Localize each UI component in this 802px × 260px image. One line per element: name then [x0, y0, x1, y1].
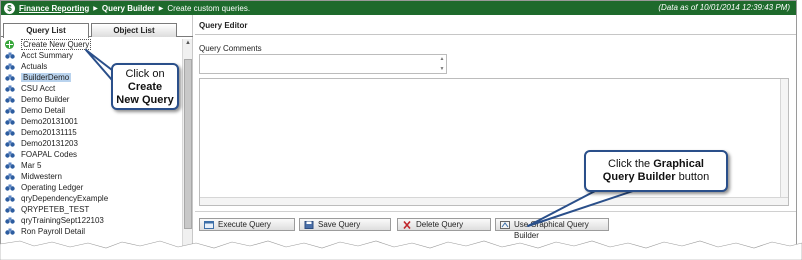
- list-item[interactable]: Operating Ledger: [1, 182, 181, 193]
- callout-line-2: Query Builder button: [586, 171, 726, 184]
- binoculars-icon: [5, 162, 15, 169]
- scroll-up-icon[interactable]: ▲: [439, 56, 445, 62]
- list-item-label: FOAPAL Codes: [21, 150, 78, 159]
- callout-line-1: Click the Graphical: [586, 158, 726, 171]
- breadcrumb-query-builder: Query Builder: [101, 3, 155, 13]
- list-item-label: Demo20131203: [21, 139, 78, 148]
- list-item[interactable]: Midwestern: [1, 171, 181, 182]
- list-item[interactable]: Demo20131115: [1, 127, 181, 138]
- query-editor-panel: Query Editor Query Comments ▲ ▼ Execute …: [195, 15, 796, 251]
- torn-edge-decoration: [0, 240, 802, 260]
- query-comments-field[interactable]: ▲ ▼: [199, 54, 447, 74]
- binoculars-icon: [5, 96, 15, 103]
- list-item[interactable]: qryDependencyExample: [1, 193, 181, 204]
- callout-text: Query Builder: [602, 171, 676, 183]
- data-timestamp: (Data as of 10/01/2014 12:39:43 PM): [658, 3, 790, 12]
- left-panel: Query List Object List Create New Query A…: [1, 15, 193, 251]
- scrollbar-thumb[interactable]: [184, 59, 192, 229]
- list-item-label: Demo20131001: [21, 117, 78, 126]
- binoculars-icon: [5, 52, 15, 59]
- scroll-down-icon[interactable]: ▼: [439, 66, 445, 72]
- list-item[interactable]: Acct Summary: [1, 50, 181, 61]
- list-item-label: qryDependencyExample: [21, 194, 109, 203]
- comments-label: Query Comments: [199, 44, 262, 53]
- binoculars-icon: [5, 63, 15, 70]
- binoculars-icon: [5, 107, 15, 114]
- breadcrumb-finance-reporting[interactable]: Finance Reporting: [19, 4, 89, 13]
- list-item-label: BuilderDemo: [21, 73, 72, 82]
- list-item-label: Midwestern: [21, 172, 62, 181]
- top-bar: $ Finance Reporting ▶ Query Builder ▶ Cr…: [1, 1, 796, 15]
- binoculars-icon: [5, 184, 15, 191]
- callout-text: Create: [127, 81, 163, 93]
- delete-query-label: Delete Query: [416, 220, 464, 229]
- list-item-label: Ron Payroll Detail: [21, 227, 86, 236]
- editor-title: Query Editor: [195, 19, 796, 35]
- callout-text: button: [675, 171, 710, 183]
- execute-query-label: Execute Query: [218, 220, 271, 229]
- tab-strip: Query List Object List: [1, 23, 193, 38]
- binoculars-icon: [5, 217, 15, 224]
- callout-text: Click the: [608, 158, 654, 170]
- binoculars-icon: [5, 74, 15, 81]
- page-subtitle: Create custom queries.: [167, 3, 251, 13]
- list-item[interactable]: QRYPETEB_TEST: [1, 204, 181, 215]
- list-item[interactable]: Ron Payroll Detail: [1, 226, 181, 237]
- binoculars-icon: [5, 206, 15, 213]
- binoculars-icon: [5, 151, 15, 158]
- execute-query-button[interactable]: Execute Query: [199, 218, 295, 231]
- vertical-scrollbar[interactable]: [780, 79, 788, 205]
- scroll-up-icon[interactable]: ▲: [183, 39, 193, 48]
- query-list-scrollbar[interactable]: ▲ ▼: [182, 39, 193, 251]
- list-item-label: Demo Builder: [21, 95, 70, 104]
- list-item[interactable]: FOAPAL Codes: [1, 149, 181, 160]
- callout-text: Graphical: [653, 158, 704, 170]
- list-item[interactable]: Demo20131203: [1, 138, 181, 149]
- callout-create-new-query: Click on Create New Query: [111, 63, 179, 110]
- list-item-label: Mar 5: [21, 161, 42, 170]
- list-item-label: Operating Ledger: [21, 183, 84, 192]
- divider: [195, 211, 796, 212]
- callout-text: Click on: [125, 68, 165, 80]
- create-new-query-item[interactable]: Create New Query: [1, 39, 181, 50]
- list-item-label: Actuals: [21, 62, 48, 71]
- save-icon: [304, 221, 314, 229]
- list-item[interactable]: Mar 5: [1, 160, 181, 171]
- list-item-label: Demo20131115: [21, 128, 77, 137]
- breadcrumb-separator-icon: ▶: [158, 5, 164, 12]
- binoculars-icon: [5, 118, 15, 125]
- delete-query-button[interactable]: Delete Query: [397, 218, 491, 231]
- graphical-query-builder-button[interactable]: Use Graphical Query Builder: [495, 218, 609, 240]
- delete-icon: [403, 221, 411, 229]
- breadcrumb-separator-icon: ▶: [93, 5, 98, 12]
- list-item[interactable]: Demo20131001: [1, 116, 181, 127]
- app-window: $ Finance Reporting ▶ Query Builder ▶ Cr…: [0, 0, 797, 252]
- list-item-label: qryTrainingSept122103: [21, 216, 104, 225]
- list-item-label: Create New Query: [21, 39, 92, 50]
- list-item-label: QRYPETEB_TEST: [21, 205, 90, 214]
- binoculars-icon: [5, 195, 15, 202]
- plus-icon: [5, 40, 14, 49]
- graphical-builder-icon: [500, 221, 510, 229]
- list-item-label: Acct Summary: [21, 51, 74, 60]
- callout-graphical-query-builder: Click the Graphical Query Builder button: [584, 150, 728, 192]
- binoculars-icon: [5, 173, 15, 180]
- tab-object-list[interactable]: Object List: [91, 23, 177, 37]
- callout-text: New Query: [116, 94, 174, 106]
- graphical-query-builder-label: Use Graphical Query Builder: [514, 220, 589, 240]
- app-logo-icon: $: [4, 2, 15, 14]
- execute-icon: [204, 221, 214, 229]
- save-query-button[interactable]: Save Query: [299, 218, 391, 231]
- binoculars-icon: [5, 228, 15, 235]
- binoculars-icon: [5, 140, 15, 147]
- binoculars-icon: [5, 129, 15, 136]
- list-item-label: CSU Acct: [21, 84, 56, 93]
- list-item[interactable]: qryTrainingSept122103: [1, 215, 181, 226]
- save-query-label: Save Query: [318, 220, 361, 229]
- list-item-label: Demo Detail: [21, 106, 66, 115]
- tab-query-list[interactable]: Query List: [3, 23, 89, 38]
- horizontal-scrollbar[interactable]: [200, 197, 788, 205]
- binoculars-icon: [5, 85, 15, 92]
